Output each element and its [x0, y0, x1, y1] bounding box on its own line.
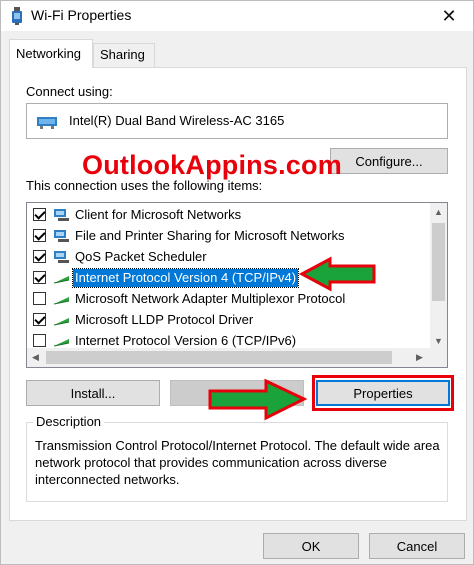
- list-item-lldp[interactable]: Microsoft LLDP Protocol Driver: [27, 309, 427, 330]
- list-item-label: Internet Protocol Version 6 (TCP/IPv6): [75, 332, 297, 348]
- cancel-button[interactable]: Cancel: [369, 533, 465, 559]
- item-checkbox[interactable]: [33, 229, 46, 242]
- install-button[interactable]: Install...: [26, 380, 160, 406]
- description-text: Transmission Control Protocol/Internet P…: [35, 438, 440, 487]
- horizontal-scrollbar[interactable]: ◀ ▶: [27, 348, 447, 367]
- connect-using-label: Connect using:: [26, 84, 113, 99]
- vertical-scrollbar[interactable]: ▲ ▼: [430, 203, 447, 349]
- list-item-label: QoS Packet Scheduler: [75, 248, 207, 264]
- item-checkbox[interactable]: [33, 271, 46, 284]
- item-checkbox[interactable]: [33, 292, 46, 305]
- list-item-label: File and Printer Sharing for Microsoft N…: [75, 227, 345, 243]
- list-item-qos[interactable]: QoS Packet Scheduler: [27, 246, 427, 267]
- watermark-text: OutlookAppins.com: [82, 150, 342, 180]
- title-bar[interactable]: Wi-Fi Properties ✕: [1, 1, 473, 31]
- file-printer-sharing-icon: [54, 229, 69, 242]
- list-item-client[interactable]: Client for Microsoft Networks: [27, 204, 427, 225]
- description-legend: Description: [33, 414, 105, 429]
- list-item-file-printer[interactable]: File and Printer Sharing for Microsoft N…: [27, 225, 427, 246]
- uninstall-button[interactable]: [170, 380, 304, 406]
- properties-highlight-box: [312, 375, 454, 411]
- list-item-label: Internet Protocol Version 4 (TCP/IPv4): [71, 267, 300, 288]
- protocol-icon: [53, 317, 70, 325]
- horizontal-scroll-thumb[interactable]: [46, 351, 392, 364]
- scroll-right-icon[interactable]: ▶: [411, 348, 428, 367]
- close-icon: ✕: [441, 5, 457, 26]
- adapter-name: Intel(R) Dual Band Wireless-AC 3165: [69, 113, 285, 128]
- item-checkbox[interactable]: [33, 208, 46, 221]
- networking-panel: Connect using: Intel(R) Dual Band Wirele…: [9, 67, 467, 521]
- configure-button[interactable]: Configure...: [330, 148, 448, 174]
- window-title: Wi-Fi Properties: [31, 7, 132, 23]
- tab-networking[interactable]: Networking: [9, 39, 93, 68]
- list-item-ipv4[interactable]: Internet Protocol Version 4 (TCP/IPv4): [27, 267, 427, 288]
- items-label: This connection uses the following items…: [26, 178, 263, 193]
- close-button[interactable]: ✕: [429, 1, 469, 31]
- network-adapter-icon: [37, 117, 57, 129]
- item-checkbox[interactable]: [33, 334, 46, 347]
- wifi-properties-dialog: Wi-Fi Properties ✕ Networking Sharing Co…: [0, 0, 474, 565]
- vertical-scroll-thumb[interactable]: [432, 223, 445, 301]
- list-item-label: Microsoft LLDP Protocol Driver: [75, 311, 254, 327]
- protocol-icon: [53, 338, 70, 346]
- adapter-box: Intel(R) Dual Band Wireless-AC 3165: [26, 103, 448, 139]
- scroll-down-icon[interactable]: ▼: [430, 332, 447, 349]
- item-checkbox[interactable]: [33, 250, 46, 263]
- ok-button[interactable]: OK: [263, 533, 359, 559]
- description-group: Description Transmission Control Protoco…: [26, 414, 448, 502]
- list-item-label: Client for Microsoft Networks: [75, 206, 242, 222]
- list-item-multiplexor[interactable]: Microsoft Network Adapter Multiplexor Pr…: [27, 288, 427, 309]
- item-checkbox[interactable]: [33, 313, 46, 326]
- protocol-icon: [53, 296, 70, 304]
- network-client-icon: [54, 208, 69, 221]
- list-item-label: Microsoft Network Adapter Multiplexor Pr…: [75, 290, 346, 306]
- components-list[interactable]: Client for Microsoft Networks File and P…: [26, 202, 448, 368]
- scroll-up-icon[interactable]: ▲: [430, 203, 447, 220]
- wifi-adapter-icon: [12, 7, 22, 25]
- protocol-icon: [53, 275, 70, 283]
- qos-scheduler-icon: [54, 250, 69, 263]
- scroll-left-icon[interactable]: ◀: [27, 348, 44, 367]
- tab-sharing[interactable]: Sharing: [93, 43, 155, 67]
